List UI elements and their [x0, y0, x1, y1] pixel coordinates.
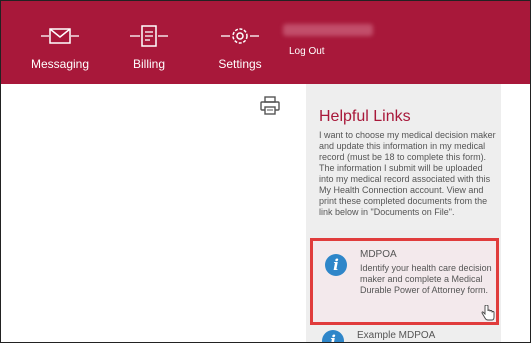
nav-billing[interactable]: Billing — [109, 23, 189, 71]
info-icon: i — [325, 254, 347, 276]
user-name-blurred — [283, 24, 373, 36]
app-window: Messaging Billing Settings Log Out Helpf… — [0, 0, 531, 343]
print-icon[interactable] — [259, 96, 281, 121]
nav-messaging[interactable]: Messaging — [20, 23, 100, 71]
nav-settings-label: Settings — [218, 57, 262, 71]
nav-settings[interactable]: Settings — [200, 23, 280, 71]
mdpoa-link-title[interactable]: MDPOA — [360, 249, 397, 260]
example-mdpoa-title[interactable]: Example MDPOA — [357, 330, 435, 341]
top-nav-bar: Messaging Billing Settings Log Out — [1, 1, 530, 84]
mdpoa-link-description: Identify your health care decision maker… — [360, 263, 492, 295]
nav-messaging-label: Messaging — [30, 57, 90, 71]
hand-pointer-icon — [481, 304, 495, 326]
bill-icon — [109, 23, 189, 49]
main-content: Helpful Links I want to choose my medica… — [1, 84, 530, 342]
info-icon: i — [322, 330, 344, 342]
gear-icon — [200, 23, 280, 49]
envelope-icon — [20, 23, 100, 49]
logout-link[interactable]: Log Out — [289, 46, 325, 57]
nav-billing-label: Billing — [132, 57, 165, 71]
helpful-links-title: Helpful Links — [319, 108, 411, 125]
helpful-links-description: I want to choose my medical decision mak… — [319, 130, 496, 217]
example-mdpoa-link[interactable]: i Example MDPOA — [310, 327, 499, 342]
mdpoa-link-card[interactable]: i MDPOA Identify your health care decisi… — [310, 238, 499, 325]
helpful-links-panel: Helpful Links I want to choose my medica… — [306, 84, 501, 342]
